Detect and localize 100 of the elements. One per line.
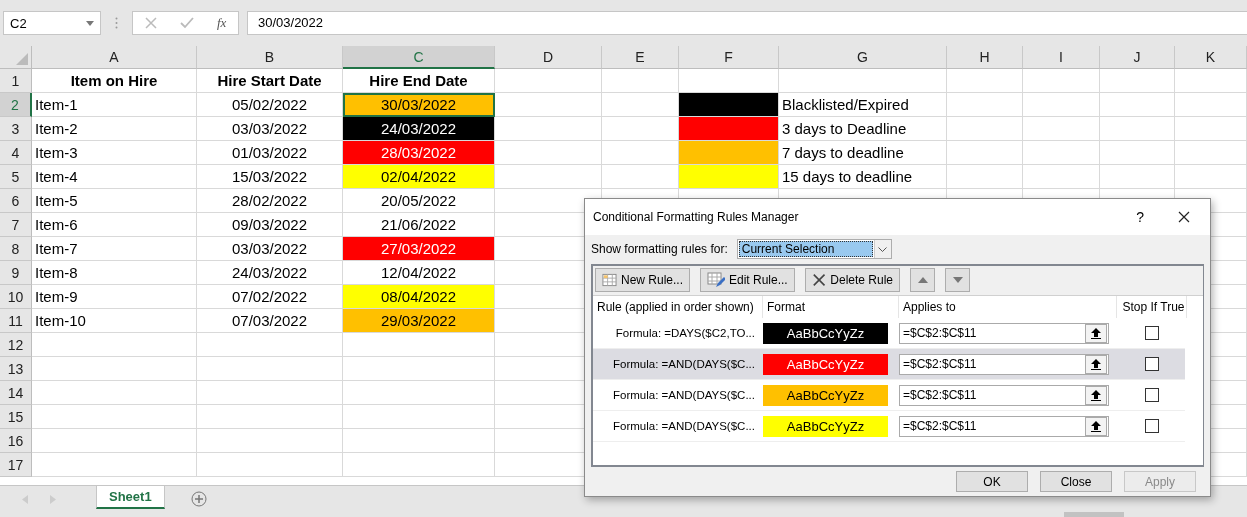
column-header[interactable]: A — [32, 46, 197, 69]
arrow-up-icon — [1091, 327, 1101, 339]
arrow-up-icon — [1091, 420, 1101, 432]
check-icon[interactable] — [179, 17, 194, 29]
collapse-button[interactable] — [1085, 416, 1107, 436]
applies-to-field[interactable]: =$C$2:$C$11 — [899, 415, 1109, 437]
row-header[interactable]: 16 — [0, 429, 32, 453]
chevron-down-icon — [878, 246, 888, 252]
table-cell — [1175, 165, 1247, 189]
table-cell: Item-5 — [32, 189, 197, 213]
stop-if-true-checkbox[interactable] — [1145, 388, 1159, 402]
row-header[interactable]: 15 — [0, 405, 32, 429]
column-header[interactable]: D — [495, 46, 602, 69]
move-up-button[interactable] — [910, 268, 935, 292]
table-cell — [1175, 93, 1247, 117]
applies-to-field[interactable]: =$C$2:$C$11 — [899, 353, 1109, 375]
delete-rule-button[interactable]: Delete Rule — [805, 268, 900, 292]
triangle-down-icon — [952, 277, 963, 283]
edit-rule-button[interactable]: Edit Rule... — [700, 268, 795, 292]
column-header[interactable]: J — [1100, 46, 1175, 69]
applies-to-field[interactable]: =$C$2:$C$11 — [899, 384, 1109, 406]
column-header[interactable]: B — [197, 46, 343, 69]
applies-to-field[interactable]: =$C$2:$C$11 — [899, 322, 1109, 344]
rule-formula: Formula: =DAYS($C2,TO... — [614, 327, 756, 339]
row-header[interactable]: 9 — [0, 261, 32, 285]
move-down-button[interactable] — [945, 268, 970, 292]
table-cell: 08/04/2022 — [343, 285, 495, 309]
stop-if-true-checkbox[interactable] — [1145, 419, 1159, 433]
row-header[interactable]: 3 — [0, 117, 32, 141]
name-box[interactable]: C2 — [3, 11, 101, 35]
row-header[interactable]: 1 — [0, 69, 32, 93]
row-header[interactable]: 7 — [0, 213, 32, 237]
table-cell: 28/03/2022 — [343, 141, 495, 165]
insert-function-button[interactable]: fx — [217, 15, 227, 31]
dialog-button[interactable]: Close — [1040, 471, 1112, 492]
add-sheet-icon[interactable] — [190, 491, 207, 507]
column-header: Stop If True — [1117, 296, 1187, 318]
table-cell: Item-4 — [32, 165, 197, 189]
row-header[interactable]: 13 — [0, 357, 32, 381]
scope-label: Show formatting rules for: — [591, 242, 728, 256]
cross-icon — [812, 272, 827, 288]
scope-dropdown[interactable]: Current Selection — [736, 239, 892, 259]
format-preview: AaBbCcYyZz — [763, 384, 888, 406]
stop-if-true-checkbox[interactable] — [1145, 326, 1159, 340]
collapse-button[interactable] — [1085, 385, 1107, 405]
column-header[interactable]: C — [343, 46, 495, 69]
table-cell: 24/03/2022 — [197, 261, 343, 285]
row-header[interactable]: 14 — [0, 381, 32, 405]
row-header[interactable]: 5 — [0, 165, 32, 189]
table-cell: 09/03/2022 — [197, 213, 343, 237]
row-header[interactable]: 12 — [0, 333, 32, 357]
collapse-button[interactable] — [1085, 323, 1107, 343]
table-cell: 28/02/2022 — [197, 189, 343, 213]
collapse-button[interactable] — [1085, 354, 1107, 374]
table-cell: Item-8 — [32, 261, 197, 285]
row-header[interactable]: 17 — [0, 453, 32, 477]
row-header[interactable]: 4 — [0, 141, 32, 165]
arrow-up-icon — [1091, 389, 1101, 401]
formula-field[interactable]: 30/03/2022 — [247, 11, 1247, 35]
table-cell: Item-2 — [32, 117, 197, 141]
table-cell: Item-10 — [32, 309, 197, 333]
table-cell: 27/03/2022 — [343, 237, 495, 261]
column-header[interactable]: I — [1023, 46, 1100, 69]
dialog-button[interactable]: OK — [956, 471, 1028, 492]
column-header[interactable]: H — [947, 46, 1023, 69]
horizontal-scrollbar[interactable] — [1064, 512, 1124, 517]
column-header[interactable]: G — [779, 46, 947, 69]
new-rule-button[interactable]: New Rule... — [595, 268, 690, 292]
stop-if-true-checkbox[interactable] — [1145, 357, 1159, 371]
table-cell: Item-1 — [32, 93, 197, 117]
table-cell: Hire Start Date — [197, 69, 343, 93]
table-cell: 24/03/2022 — [343, 117, 495, 141]
column-header[interactable]: E — [602, 46, 679, 69]
sheet-tab[interactable]: Sheet1 — [96, 486, 165, 509]
rule-row[interactable]: Formula: =AND(DAYS($C... AaBbCcYyZz =$C$2:$C$11 — [593, 349, 1185, 380]
row-header[interactable]: 11 — [0, 309, 32, 333]
format-preview: AaBbCcYyZz — [763, 322, 888, 344]
rule-row[interactable]: Formula: =AND(DAYS($C... AaBbCcYyZz =$C$2:$C$11 — [593, 380, 1185, 411]
column-header: Applies to — [899, 296, 1117, 318]
table-cell — [1175, 141, 1247, 165]
row-header[interactable]: 6 — [0, 189, 32, 213]
grip-icon — [115, 17, 118, 29]
dialog-title: Conditional Formatting Rules Manager — [593, 210, 800, 224]
triangle-up-icon — [917, 277, 928, 283]
rule-row[interactable]: Formula: =DAYS($C2,TO... AaBbCcYyZz =$C$2:$C$11 — [593, 318, 1185, 349]
table-cell: 29/03/2022 — [343, 309, 495, 333]
table-cell: 15 days to deadline — [779, 165, 947, 189]
column-header[interactable]: K — [1175, 46, 1247, 69]
table-cell: Item-7 — [32, 237, 197, 261]
close-icon[interactable] — [1178, 211, 1190, 223]
column-header[interactable]: F — [679, 46, 779, 69]
format-preview: AaBbCcYyZz — [763, 415, 888, 437]
row-header[interactable]: 10 — [0, 285, 32, 309]
row-header[interactable]: 8 — [0, 237, 32, 261]
table-pencil-icon — [707, 272, 725, 288]
help-button[interactable]: ? — [1136, 209, 1144, 225]
table-cell: Item on Hire — [32, 69, 197, 93]
rule-row[interactable]: Formula: =AND(DAYS($C... AaBbCcYyZz =$C$2:$C$11 — [593, 411, 1185, 442]
table-cell: Item-3 — [32, 141, 197, 165]
row-header[interactable]: 2 — [0, 93, 32, 117]
